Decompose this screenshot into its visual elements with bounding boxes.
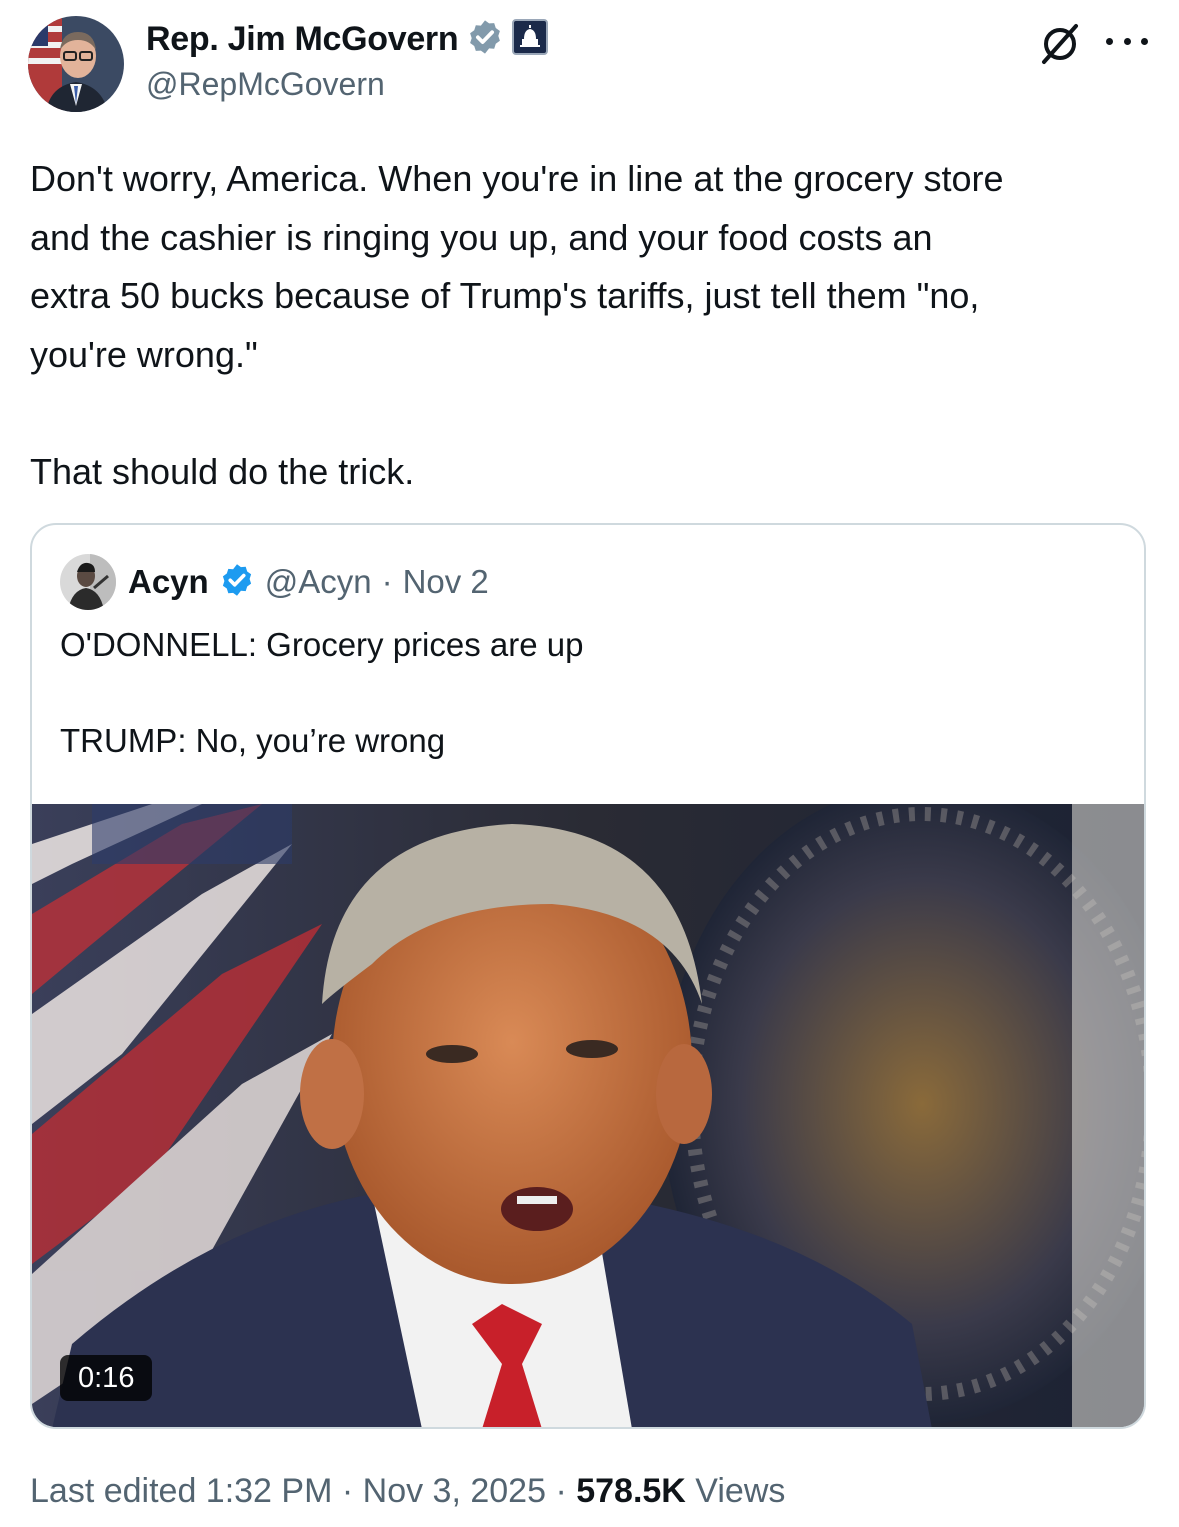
tweet-text: Don't worry, America. When you're in lin… — [30, 158, 1004, 492]
tweet-meta: Last edited 1:32 PM · Nov 3, 2025 · 578.… — [30, 1472, 785, 1511]
verified-badge-icon — [466, 18, 504, 61]
author-avatar[interactable] — [28, 16, 124, 112]
quote-author-name[interactable]: Acyn — [128, 563, 209, 601]
tweet-date[interactable]: Nov 3, 2025 — [363, 1472, 546, 1511]
quote-author-handle[interactable]: @Acyn — [265, 563, 372, 601]
dot — [1141, 37, 1148, 45]
author-name-row: Rep. Jim McGovern — [146, 18, 549, 61]
author-name[interactable]: Rep. Jim McGovern — [146, 20, 459, 59]
dot — [1106, 37, 1113, 45]
verified-badge-icon — [219, 562, 255, 603]
separator-dot: · — [332, 1472, 363, 1510]
tweet-time[interactable]: 1:32 PM — [206, 1472, 333, 1511]
views-label: Views — [685, 1472, 786, 1510]
quote-header: Acyn @Acyn · Nov 2 — [128, 559, 489, 605]
author-handle[interactable]: @RepMcGovern — [146, 66, 385, 103]
quoted-tweet[interactable]: Acyn @Acyn · Nov 2 O'DONNELL: Grocery pr… — [30, 523, 1146, 1429]
dot — [1123, 37, 1131, 45]
quote-date[interactable]: Nov 2 — [403, 563, 489, 601]
grok-icon[interactable] — [1038, 22, 1082, 66]
video-duration: 0:16 — [60, 1355, 153, 1401]
separator-dot: · — [381, 563, 393, 600]
separator-dot: · — [546, 1472, 577, 1510]
views-count: 578.5K — [576, 1472, 686, 1510]
quote-text: O'DONNELL: Grocery prices are up TRUMP: … — [60, 626, 584, 759]
more-options-icon[interactable] — [1106, 28, 1148, 54]
video-thumbnail[interactable]: 0:16 — [32, 804, 1144, 1427]
quote-avatar[interactable] — [60, 554, 116, 610]
edited-label[interactable]: Last edited — [30, 1472, 206, 1511]
capitol-badge-icon — [512, 18, 549, 60]
